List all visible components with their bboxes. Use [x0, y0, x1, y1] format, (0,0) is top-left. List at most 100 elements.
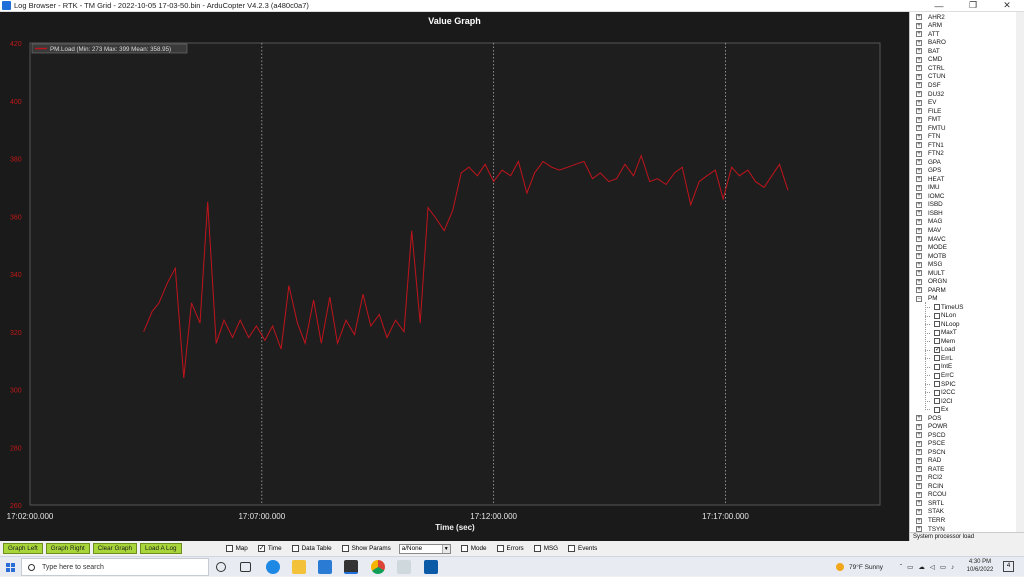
tree-node-rad[interactable]: + RAD [916, 457, 941, 466]
checkbox-box[interactable] [568, 545, 576, 552]
tree-node-motb[interactable]: + MOTB [916, 252, 946, 261]
field-checkbox[interactable] [934, 329, 940, 336]
expand-icon[interactable]: + [916, 201, 922, 208]
mail-icon[interactable] [318, 560, 332, 574]
pm-field-inte[interactable]: IntE [934, 363, 952, 372]
tree-node-isbd[interactable]: + ISBD [916, 201, 943, 210]
task-view-icon[interactable] [240, 562, 251, 572]
expand-icon[interactable]: + [916, 500, 922, 507]
tree-node-ftn[interactable]: + FTN [916, 132, 940, 141]
edge-icon[interactable] [266, 560, 280, 574]
expand-icon[interactable]: + [916, 218, 922, 225]
expand-icon[interactable]: + [916, 73, 922, 80]
tree-node-cmd[interactable]: + CMD [916, 56, 942, 65]
expand-icon[interactable]: + [916, 65, 922, 72]
tree-node-rate[interactable]: + RATE [916, 465, 944, 474]
tree-node-mav[interactable]: + MAV [916, 226, 941, 235]
expand-icon[interactable]: + [916, 142, 922, 149]
tree-node-bat[interactable]: + BAT [916, 47, 940, 56]
expand-icon[interactable]: + [916, 466, 922, 473]
checkbox-box[interactable] [496, 545, 504, 552]
weather-widget[interactable]: 79°F Sunny [836, 557, 883, 577]
expand-icon[interactable]: + [916, 167, 922, 174]
tree-node-ahr2[interactable]: + AHR2 [916, 13, 945, 22]
checkbox-box[interactable]: ✓ [257, 545, 265, 552]
pm-field-load[interactable]: ✓ Load [934, 346, 955, 355]
tree-node-psce[interactable]: + PSCE [916, 440, 945, 449]
expand-icon[interactable]: + [916, 287, 922, 294]
taskbar-clock[interactable]: 4:30 PM 10/6/2022 [960, 558, 1000, 574]
expand-icon[interactable]: + [916, 440, 922, 447]
expand-icon[interactable]: + [916, 449, 922, 456]
expand-icon[interactable]: + [916, 159, 922, 166]
tree-node-ctrl[interactable]: + CTRL [916, 64, 944, 73]
expand-icon[interactable]: + [916, 261, 922, 268]
pm-field-nloop[interactable]: NLoop [934, 320, 960, 329]
pm-field-maxt[interactable]: MaxT [934, 329, 957, 338]
field-checkbox[interactable] [934, 406, 940, 413]
checkbox-mode[interactable]: Mode [460, 545, 487, 552]
pm-field-i2cc[interactable]: I2CC [934, 388, 955, 397]
tree-node-rcou[interactable]: + RCOU [916, 491, 947, 500]
expand-icon[interactable]: + [916, 210, 922, 217]
network-icon[interactable]: ▭ [907, 563, 913, 571]
battery-icon[interactable]: ▭ [940, 563, 946, 571]
tree-node-pos[interactable]: + POS [916, 414, 941, 423]
chevron-down-icon[interactable]: ▼ [441, 544, 450, 553]
expand-icon[interactable]: + [916, 14, 922, 21]
message-tree-panel[interactable]: + AHR2 + ARM + ATT + BARO + BAT + CMD + CTRL + CTUN + DSF… [909, 12, 1024, 541]
tree-node-isbh[interactable]: + ISBH [916, 209, 943, 218]
param-combo[interactable]: a/None ▼ [398, 543, 451, 554]
tree-node-du32[interactable]: + DU32 [916, 90, 944, 99]
checkbox-time[interactable]: ✓ Time [257, 545, 282, 552]
pm-field-mem[interactable]: Mem [934, 337, 955, 346]
maximize-button[interactable]: ❐ [956, 0, 990, 12]
graph-left-button[interactable]: Graph Left [3, 543, 43, 554]
tree-node-msg[interactable]: + MSG [916, 260, 942, 269]
pm-field-spic[interactable]: SPIC [934, 380, 956, 389]
paint-icon[interactable] [397, 560, 411, 574]
chevron-up-icon[interactable]: ˆ [900, 564, 902, 571]
field-checkbox[interactable] [934, 381, 940, 388]
tree-node-ftn2[interactable]: + FTN2 [916, 149, 944, 158]
pm-field-nlon[interactable]: NLon [934, 312, 956, 321]
tree-node-file[interactable]: + FILE [916, 107, 941, 116]
tree-node-parm[interactable]: + PARM [916, 286, 946, 295]
pm-field-errc[interactable]: ErrC [934, 371, 954, 380]
tree-node-stak[interactable]: + STAK [916, 508, 944, 517]
mission-planner-icon[interactable] [344, 560, 358, 574]
tree-node-mavc[interactable]: + MAVC [916, 235, 946, 244]
clear-graph-button[interactable]: Clear Graph [92, 543, 138, 554]
tree-node-ctun[interactable]: + CTUN [916, 73, 946, 82]
tree-node-powr[interactable]: + POWR [916, 422, 948, 431]
tree-scrollbar[interactable] [1016, 12, 1024, 532]
tree-node-heat[interactable]: + HEAT [916, 175, 944, 184]
pm-field-ex[interactable]: Ex [934, 405, 948, 414]
expand-icon[interactable]: + [916, 517, 922, 524]
checkbox-data-table[interactable]: Data Table [291, 545, 332, 552]
field-checkbox[interactable] [934, 321, 940, 328]
checkbox-map[interactable]: Map [225, 545, 248, 552]
expand-icon[interactable]: + [916, 133, 922, 140]
expand-icon[interactable]: + [916, 176, 922, 183]
checkbox-box[interactable] [533, 545, 541, 552]
checkbox-show-params[interactable]: Show Params [341, 545, 391, 552]
checkbox-box[interactable] [460, 545, 468, 552]
expand-icon[interactable]: + [916, 236, 922, 243]
expand-icon[interactable]: + [916, 31, 922, 38]
minimize-button[interactable]: — [922, 0, 956, 12]
expand-icon[interactable]: + [916, 82, 922, 89]
expand-icon[interactable]: + [916, 150, 922, 157]
checkbox-errors[interactable]: Errors [496, 545, 524, 552]
expand-icon[interactable]: + [916, 108, 922, 115]
expand-icon[interactable]: + [916, 423, 922, 430]
collapse-icon[interactable]: − [916, 295, 922, 302]
tree-node-att[interactable]: + ATT [916, 30, 939, 39]
expand-icon[interactable]: + [916, 508, 922, 515]
checkbox-box[interactable] [291, 545, 299, 552]
checkbox-events[interactable]: Events [568, 545, 597, 552]
expand-icon[interactable]: + [916, 56, 922, 63]
tree-node-gps[interactable]: + GPS [916, 167, 941, 176]
tree-node-pscd[interactable]: + PSCD [916, 431, 946, 440]
tree-node-fmtu[interactable]: + FMTU [916, 124, 946, 133]
